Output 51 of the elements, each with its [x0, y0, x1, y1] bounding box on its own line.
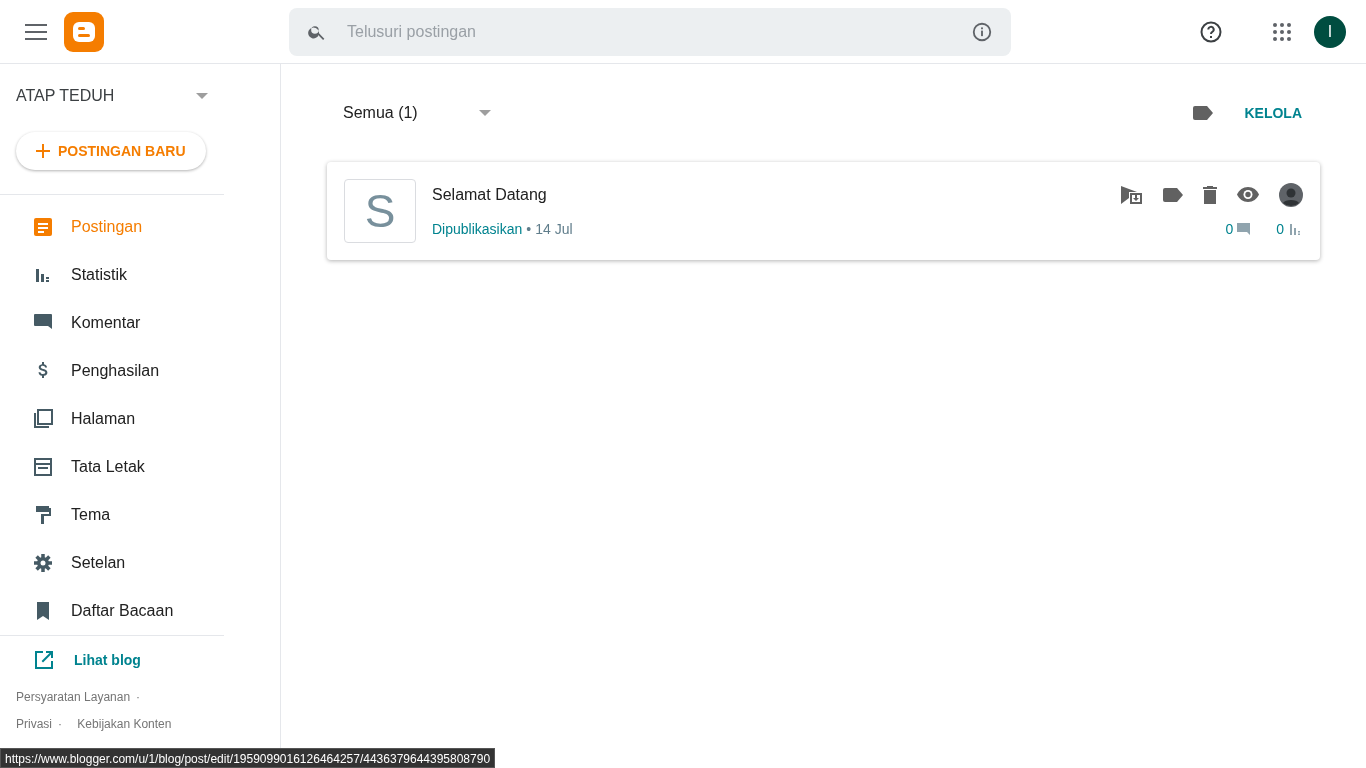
comment-icon: [1237, 223, 1251, 235]
post-card[interactable]: S Selamat Datang Dipublikasikan • 14 Jul 0 0: [327, 162, 1320, 260]
separator-dot: ·: [58, 717, 62, 731]
post-thumbnail: S: [344, 179, 416, 243]
nav-item[interactable]: Penghasilan: [0, 347, 224, 395]
search-field[interactable]: Telusuri postingan: [289, 7, 1011, 56]
logo-icon[interactable]: [64, 11, 104, 52]
label-icon[interactable]: [1193, 106, 1214, 120]
separator-dot: ·: [136, 690, 141, 704]
help-icon[interactable]: [1199, 19, 1223, 44]
send-icon[interactable]: [1121, 184, 1143, 205]
layout-icon: [33, 457, 53, 477]
post-title[interactable]: Selamat Datang: [432, 182, 573, 207]
nav-item[interactable]: Komentar: [0, 299, 224, 347]
nav-item[interactable]: Daftar Bacaan: [0, 587, 224, 635]
status-bar-url: https://www.blogger.com/u/1/blog/post/edit/1959099016126464257/4436379644395808790: [0, 748, 496, 768]
footer-link[interactable]: Kebijakan Konten: [77, 717, 172, 731]
post-date: 14 Jul: [535, 219, 573, 239]
footer-link[interactable]: Persyaratan Layanan: [16, 690, 131, 704]
eye-icon[interactable]: [1237, 187, 1259, 202]
nav-item[interactable]: Statistik: [0, 251, 224, 299]
account-avatar[interactable]: I: [1314, 15, 1346, 48]
dropdown-caret-icon: [479, 110, 491, 116]
document-icon: [33, 217, 53, 237]
menu-icon[interactable]: [25, 23, 47, 40]
label-icon[interactable]: [1163, 187, 1183, 202]
nav-item[interactable]: Setelan: [0, 539, 224, 587]
paint-roller-icon: [33, 505, 53, 525]
filter-dropdown[interactable]: Semua (1): [343, 101, 491, 125]
post-status: Dipublikasikan: [432, 219, 523, 239]
pages-icon: [33, 409, 53, 429]
blog-title[interactable]: ATAP TEDUH: [16, 84, 115, 108]
comment-count: 0: [1225, 219, 1234, 239]
search-input[interactable]: Telusuri postingan: [347, 19, 971, 44]
author-avatar-icon[interactable]: [1279, 182, 1303, 207]
plus-icon: [36, 144, 50, 158]
settings-icon: [33, 553, 53, 573]
external-link-icon: [34, 650, 54, 670]
apps-grid-icon[interactable]: [1273, 22, 1291, 41]
separator-dot: •: [526, 219, 532, 239]
delete-icon[interactable]: [1203, 185, 1217, 204]
dropdown-caret-icon[interactable]: [196, 93, 208, 99]
footer-link[interactable]: Privasi: [16, 717, 52, 731]
bar-chart-icon: [1290, 223, 1301, 235]
info-icon[interactable]: [971, 20, 993, 43]
nav-item[interactable]: Halaman: [0, 395, 224, 443]
manage-button[interactable]: KELOLA: [1244, 102, 1302, 124]
view-blog-link[interactable]: Lihat blog: [0, 636, 224, 684]
view-count: 0: [1276, 219, 1284, 239]
nav-item[interactable]: Tema: [0, 491, 224, 539]
nav-item[interactable]: Tata Letak: [0, 443, 224, 491]
